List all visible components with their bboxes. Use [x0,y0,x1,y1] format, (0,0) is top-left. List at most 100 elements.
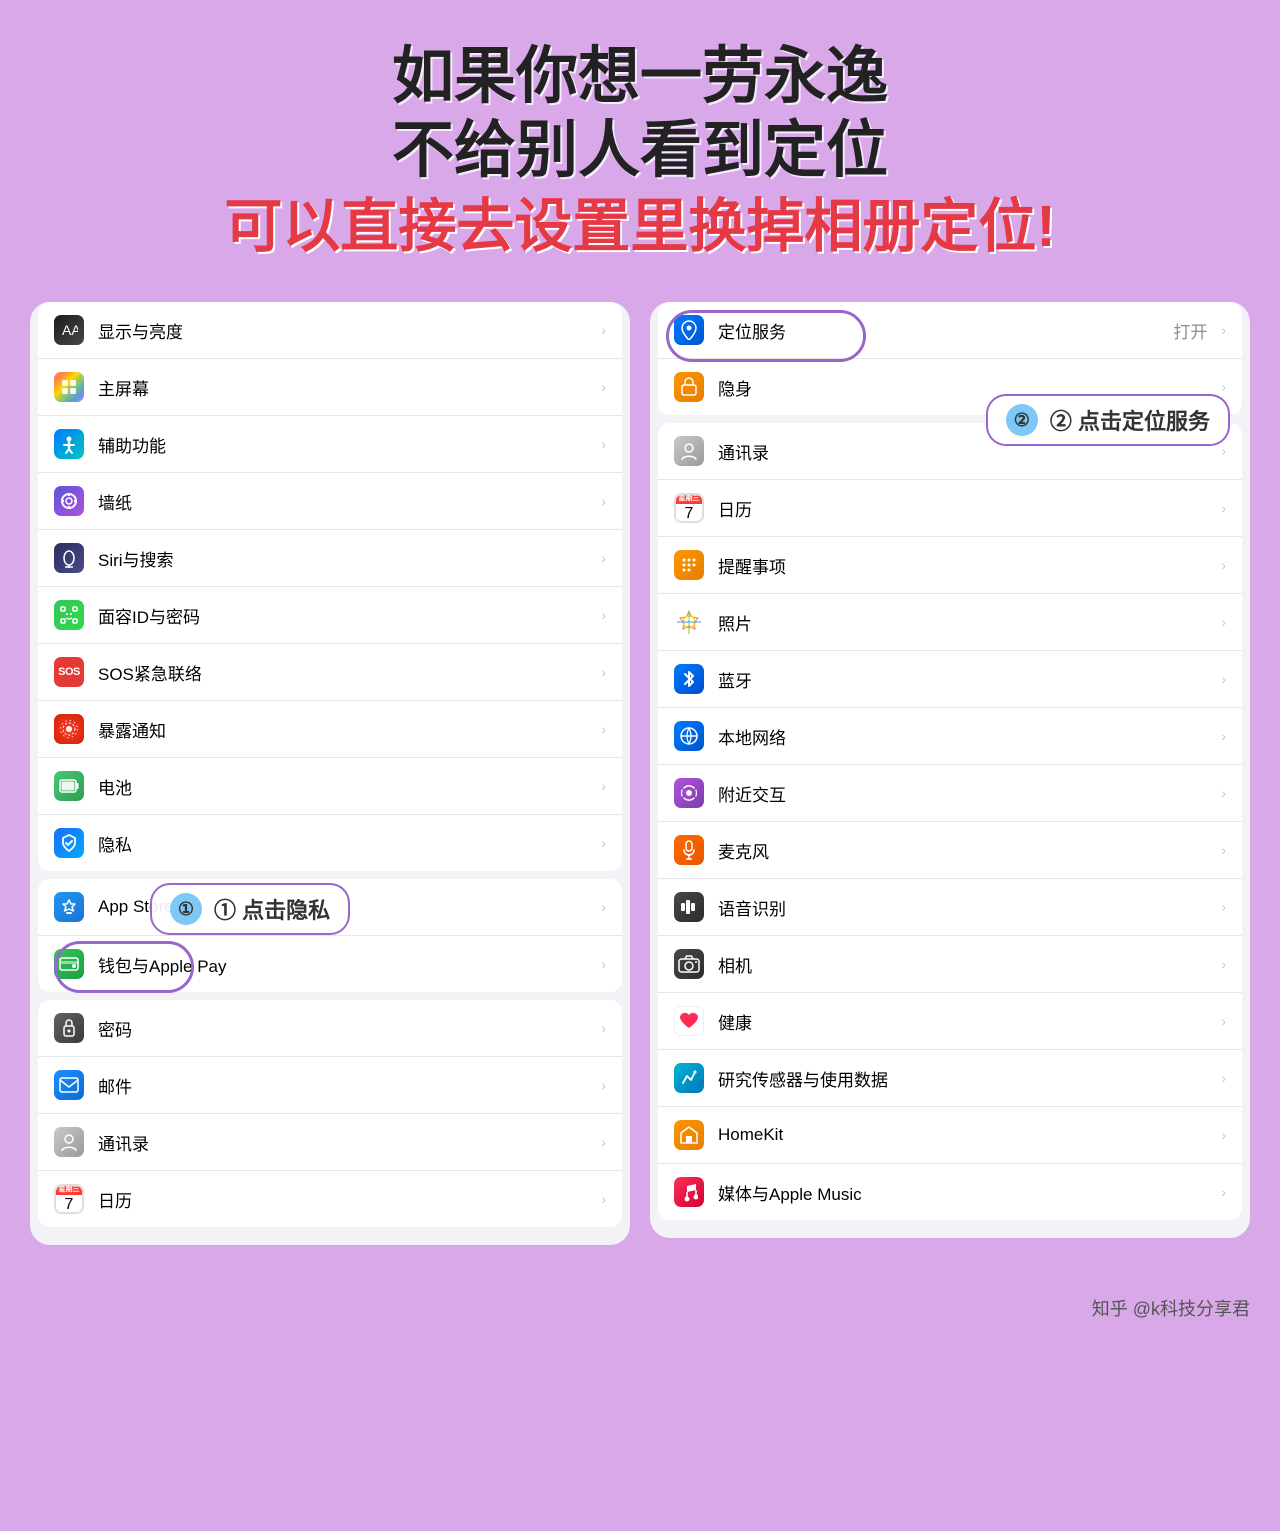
research-row[interactable]: 研究传感器与使用数据 › [658,1050,1242,1107]
exposure-chevron: › [601,721,606,737]
research-icon [674,1063,704,1093]
camera-icon [674,949,704,979]
location-value: 打开 [1173,318,1207,343]
localnetwork-row[interactable]: 本地网络 › [658,708,1242,765]
health-chevron: › [1221,1013,1226,1029]
microphone-icon [674,835,704,865]
accessibility-row[interactable]: 辅助功能 › [38,416,622,473]
bluetooth-label: 蓝牙 [718,667,1213,692]
svg-text:AA: AA [62,322,78,338]
music-icon [674,1177,704,1207]
reminders-chevron: › [1221,557,1226,573]
reminders-row[interactable]: 提醒事项 › [658,537,1242,594]
health-row[interactable]: 健康 › [658,993,1242,1050]
accessibility-icon [54,429,84,459]
badge-2: ② [1006,404,1038,436]
sos-row[interactable]: SOS SOS紧急联络 › [38,644,622,701]
location-label: 定位服务 [718,318,1173,343]
homekit-icon [674,1120,704,1150]
left-panel-wrapper: AA 显示与亮度 › 主屏幕 › [30,294,630,1245]
calendar2-chevron: › [1221,500,1226,516]
homekit-chevron: › [1221,1127,1226,1143]
wallpaper-chevron: › [601,493,606,509]
passwords-icon [54,1013,84,1043]
contacts2-chevron: › [1221,443,1226,459]
siri-row[interactable]: Siri与搜索 › [38,530,622,587]
speechrecog-row[interactable]: 语音识别 › [658,879,1242,936]
annotation-privacy-text: ① 点击隐私 [214,893,330,925]
nearby-row[interactable]: 附近交互 › [658,765,1242,822]
contacts-chevron: › [601,1134,606,1150]
location-icon [674,315,704,345]
annotation-location: ② ② 点击定位服务 [986,394,1230,446]
passwords-row[interactable]: 密码 › [38,1000,622,1057]
header-line3: 可以直接去设置里换掉相册定位! [60,189,1220,264]
faceid-chevron: › [601,607,606,623]
sos-chevron: › [601,664,606,680]
microphone-row[interactable]: 麦克风 › [658,822,1242,879]
bluetooth-chevron: › [1221,671,1226,687]
battery-chevron: › [601,778,606,794]
mail-chevron: › [601,1077,606,1093]
calendar-chevron: › [601,1191,606,1207]
wallpaper-label: 墙纸 [98,489,593,514]
hidden-icon [674,372,704,402]
appstore-icon [54,892,84,922]
right-panel-wrapper: 定位服务 打开 › 隐身 › 通讯录 [650,294,1250,1238]
hidden-chevron: › [1221,379,1226,395]
speechrecog-chevron: › [1221,899,1226,915]
exposure-row[interactable]: 暴露通知 › [38,701,622,758]
header-line2: 不给别人看到定位 [60,114,1220,188]
calendar2-row[interactable]: 星期三 7 日历 › [658,480,1242,537]
siri-label: Siri与搜索 [98,546,593,571]
photos-row[interactable]: 照片 › [658,594,1242,651]
homekit-label: HomeKit [718,1125,1213,1145]
display-row[interactable]: AA 显示与亮度 › [38,302,622,359]
wallpaper-row[interactable]: 墙纸 › [38,473,622,530]
sos-icon: SOS [54,657,84,687]
privacy-row[interactable]: 隐私 › [38,815,622,871]
mail-row[interactable]: 邮件 › [38,1057,622,1114]
music-label: 媒体与Apple Music [718,1180,1213,1205]
nearby-icon [674,778,704,808]
footer-watermark: 知乎 @k科技分享君 [0,1285,1280,1341]
speechrecog-label: 语音识别 [718,895,1213,920]
contacts2-icon [674,436,704,466]
bluetooth-row[interactable]: 蓝牙 › [658,651,1242,708]
contacts-label: 通讯录 [98,1130,593,1155]
accessibility-chevron: › [601,436,606,452]
camera-row[interactable]: 相机 › [658,936,1242,993]
homescreen-row[interactable]: 主屏幕 › [38,359,622,416]
faceid-row[interactable]: 面容ID与密码 › [38,587,622,644]
passwords-label: 密码 [98,1016,593,1041]
microphone-label: 麦克风 [718,838,1213,863]
calendar2-label: 日历 [718,496,1213,521]
localnetwork-icon [674,721,704,751]
photos-icon [674,607,704,637]
battery-row[interactable]: 电池 › [38,758,622,815]
location-chevron: › [1221,322,1226,338]
contacts-row[interactable]: 通讯录 › [38,1114,622,1171]
display-icon: AA [54,315,84,345]
mail-label: 邮件 [98,1073,593,1098]
speechrecog-icon [674,892,704,922]
faceid-icon [54,600,84,630]
annotation-location-text: ② 点击定位服务 [1050,404,1210,436]
location-row[interactable]: 定位服务 打开 › [658,302,1242,359]
watermark-text: 知乎 @k科技分享君 [1092,1299,1250,1319]
header-line1: 如果你想一劳永逸 [60,40,1220,114]
research-chevron: › [1221,1070,1226,1086]
wallet-row[interactable]: 钱包与Apple Pay › [38,936,622,992]
display-label: 显示与亮度 [98,318,593,343]
settings-group-3: 密码 › 邮件 › 通讯录 › [38,1000,622,1227]
calendar-label: 日历 [98,1187,593,1212]
battery-label: 电池 [98,774,593,799]
wallet-chevron: › [601,956,606,972]
music-row[interactable]: 媒体与Apple Music › [658,1164,1242,1220]
accessibility-label: 辅助功能 [98,432,593,457]
homekit-row[interactable]: HomeKit › [658,1107,1242,1164]
calendar-row[interactable]: 星期三 7 日历 › [38,1171,622,1227]
badge-1: ① [170,893,202,925]
siri-chevron: › [601,550,606,566]
wallet-label: 钱包与Apple Pay [98,952,593,977]
